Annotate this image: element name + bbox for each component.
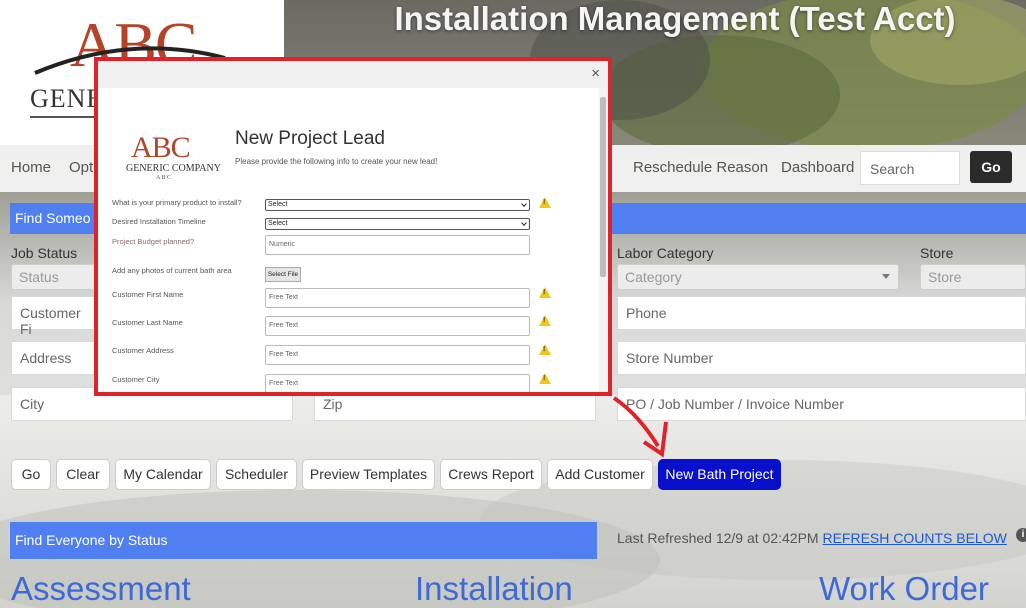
budget-input[interactable]: Numeric [265,235,530,255]
modal-city-input[interactable]: Free Text [265,374,530,392]
modal-scrollbar-thumb[interactable] [600,97,606,277]
warning-icon: ! [539,344,551,355]
refresh-counts-link[interactable]: REFRESH COUNTS BELOW [822,530,1006,546]
find-everyone-by-status-bar: Find Everyone by Status [10,522,597,559]
chevron-down-icon [882,274,890,279]
modal-logo-company: GENERIC COMPANY [126,163,221,174]
search-go-button[interactable]: Go [970,151,1012,183]
timeline-label: Desired Installation Timeline [112,217,206,226]
my-calendar-button[interactable]: My Calendar [115,459,211,490]
scheduler-button[interactable]: Scheduler [216,459,297,490]
new-project-lead-modal: × ABC GENERIC COMPANY A B C New Project … [94,57,612,396]
modal-logo-letters: ABC [131,131,191,164]
timeline-select[interactable]: Select [265,218,530,230]
job-status-value: Status [19,269,59,285]
last-name-label: Customer Last Name [112,318,183,327]
page-title: Installation Management (Test Acct) [394,0,956,37]
last-refreshed-text: Last Refreshed 12/9 at 02:42PM REFRESH C… [617,530,1007,546]
crews-report-button[interactable]: Crews Report [440,459,542,490]
chevron-down-icon [521,201,527,207]
nav-options[interactable]: Opt [69,159,93,176]
timeline-select-value: Select [268,220,288,227]
phone-input[interactable]: Phone [617,296,1026,330]
labor-category-value: Category [625,269,682,285]
last-refreshed-label: Last Refreshed 12/9 at 02:42PM [617,530,823,546]
labor-category-label: Labor Category [617,245,714,261]
city-label: Customer City [112,375,160,384]
modal-title: New Project Lead [235,128,385,149]
modal-address-input[interactable]: Free Text [265,345,530,365]
address-input[interactable]: Address [11,341,101,375]
clear-button[interactable]: Clear [56,459,110,490]
close-icon[interactable]: × [591,65,600,82]
chevron-down-icon [521,220,527,226]
nav-dashboard[interactable]: Dashboard [781,159,854,176]
store-label: Store [920,245,954,261]
logo-company-name: GENE [30,84,104,113]
product-select-value: Select [268,201,288,208]
store-select[interactable]: Store [920,264,1026,290]
budget-label: Project Budget planned? [112,237,195,246]
store-value: Store [928,269,962,285]
job-status-label: Job Status [11,245,78,261]
warning-icon: ! [539,315,551,326]
search-input[interactable]: Search [860,151,960,185]
first-name-label: Customer First Name [112,290,184,299]
product-select[interactable]: Select [265,199,530,211]
heading-installation: Installation [415,570,573,607]
product-label: What is your primary product to install? [112,198,242,207]
modal-titlebar [98,61,608,88]
store-number-input[interactable]: Store Number [617,341,1026,375]
last-name-input[interactable]: Free Text [265,316,530,336]
labor-category-select[interactable]: Category [617,264,899,290]
warning-icon: ! [539,197,551,208]
job-status-select[interactable]: Status [11,264,101,290]
warning-icon: ! [539,373,551,384]
nav-reschedule-reason[interactable]: Reschedule Reason [633,159,768,176]
select-file-button[interactable]: Select File [265,267,301,282]
heading-assessment: Assessment [11,570,191,607]
modal-subtitle: Please provide the following info to cre… [235,157,438,166]
preview-templates-button[interactable]: Preview Templates [302,459,435,490]
nav-home[interactable]: Home [11,159,51,176]
heading-work-order: Work Order [819,570,989,607]
photos-label: Add any photos of current bath area [112,266,232,275]
modal-logo-small: A B C [156,175,172,181]
info-icon[interactable]: i [1016,528,1026,542]
warning-icon: ! [539,287,551,298]
address-label: Customer Address [112,346,174,355]
go-button[interactable]: Go [11,459,51,490]
annotation-arrow-icon [612,396,668,458]
customer-first-name-input[interactable]: Customer Fi [11,296,101,337]
first-name-input[interactable]: Free Text [265,288,530,308]
